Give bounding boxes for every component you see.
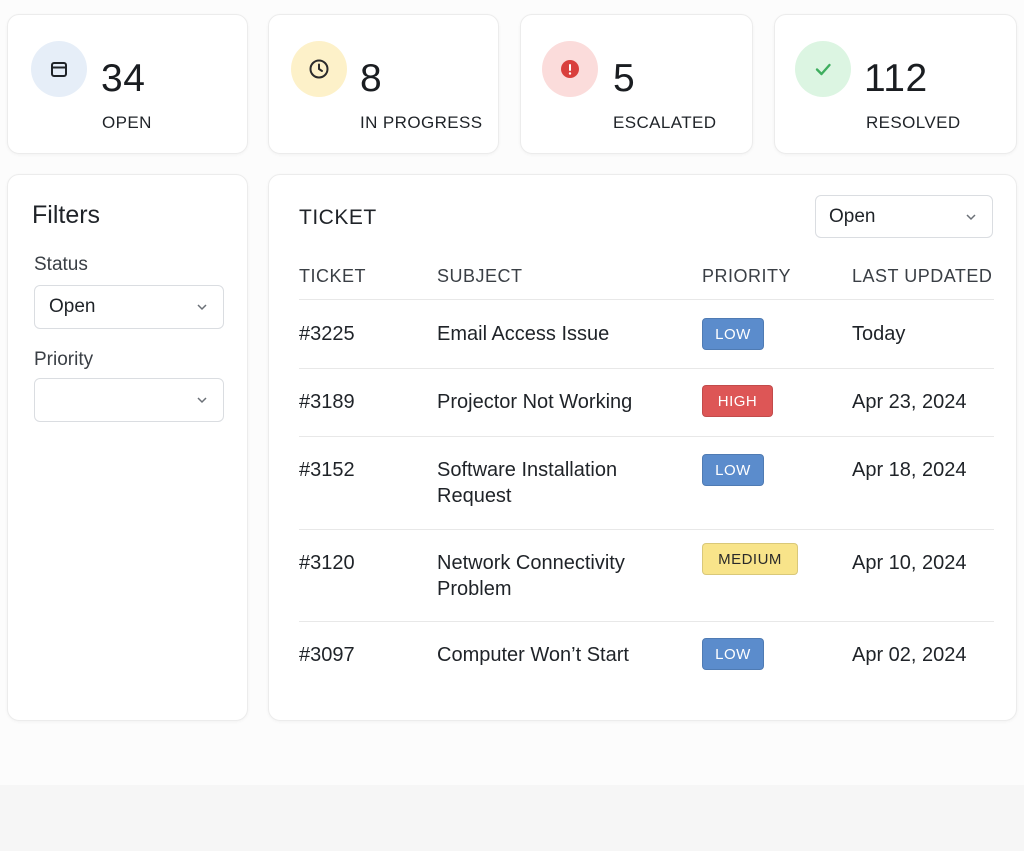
ticket-status-select[interactable]: Open <box>815 195 993 238</box>
table-row[interactable]: #3189 Projector Not Working HIGH Apr 23,… <box>299 369 994 437</box>
column-header-priority[interactable]: PRIORITY <box>702 266 791 287</box>
stat-label: IN PROGRESS <box>360 113 483 132</box>
table-row[interactable]: #3152 Software Installation Request LOW … <box>299 437 994 529</box>
ticket-table-panel: TICKET Open TICKET SUBJECT PRIORITY LAST… <box>268 174 1017 721</box>
priority-badge: MEDIUM <box>702 543 798 575</box>
stat-card-in-progress[interactable]: 8 IN PROGRESS <box>268 14 499 154</box>
footer-area <box>0 785 1024 851</box>
stat-label: OPEN <box>102 113 152 132</box>
stat-card-resolved[interactable]: 112 RESOLVED <box>774 14 1017 154</box>
priority-label: Priority <box>34 349 94 370</box>
stat-value: 8 <box>360 57 383 100</box>
last-updated: Apr 10, 2024 <box>852 552 967 574</box>
ticket-id: #3225 <box>299 323 355 345</box>
ticket-subject: Projector Not Working <box>437 391 633 413</box>
last-updated: Apr 02, 2024 <box>852 644 967 666</box>
stat-card-escalated[interactable]: 5 ESCALATED <box>520 14 753 154</box>
table-row[interactable]: #3097 Computer Won’t Start LOW Apr 02, 2… <box>299 622 994 690</box>
ticket-id: #3152 <box>299 459 355 481</box>
table-row[interactable]: #3225 Email Access Issue LOW Today <box>299 300 994 368</box>
chevron-down-icon <box>197 304 207 311</box>
chevron-down-icon <box>966 213 976 220</box>
table-title: TICKET <box>299 206 377 229</box>
column-header-subject[interactable]: SUBJECT <box>437 266 523 287</box>
priority-badge: LOW <box>702 454 764 486</box>
stat-value: 34 <box>101 57 146 100</box>
ticket-id: #3097 <box>299 644 355 666</box>
check-icon <box>795 41 851 97</box>
ticket-subject: Email Access Issue <box>437 323 610 345</box>
stat-label: RESOLVED <box>866 113 961 132</box>
column-header-ticket[interactable]: TICKET <box>299 266 366 287</box>
ticket-subject: Computer Won’t Start <box>437 644 629 666</box>
stat-value: 112 <box>864 57 928 100</box>
filters-title: Filters <box>32 201 101 229</box>
clock-icon <box>291 41 347 97</box>
chevron-down-icon <box>197 397 207 404</box>
ticket-status-select-value: Open <box>829 205 876 227</box>
table-row[interactable]: #3120 Network Connectivity Problem MEDIU… <box>299 530 994 622</box>
inbox-icon <box>31 41 87 97</box>
priority-badge: HIGH <box>702 385 773 417</box>
status-label: Status <box>34 254 88 275</box>
status-select[interactable]: Open <box>34 285 224 329</box>
alert-icon <box>542 41 598 97</box>
last-updated: Apr 23, 2024 <box>852 391 967 413</box>
priority-select[interactable] <box>34 378 224 422</box>
ticket-subject: Network Connectivity Problem <box>437 552 625 600</box>
filters-panel: Filters Status Open Priority <box>7 174 248 721</box>
status-select-value: Open <box>49 296 96 317</box>
last-updated: Today <box>852 323 906 345</box>
priority-badge: LOW <box>702 638 764 670</box>
column-header-last-updated[interactable]: LAST UPDATED <box>852 266 992 287</box>
stat-label: ESCALATED <box>613 113 717 132</box>
stat-value: 5 <box>613 57 636 100</box>
ticket-id: #3189 <box>299 391 355 413</box>
priority-badge: LOW <box>702 318 764 350</box>
stat-card-open[interactable]: 34 OPEN <box>7 14 248 154</box>
ticket-subject: Software Installation Request <box>437 459 618 507</box>
last-updated: Apr 18, 2024 <box>852 459 967 481</box>
ticket-id: #3120 <box>299 552 355 574</box>
